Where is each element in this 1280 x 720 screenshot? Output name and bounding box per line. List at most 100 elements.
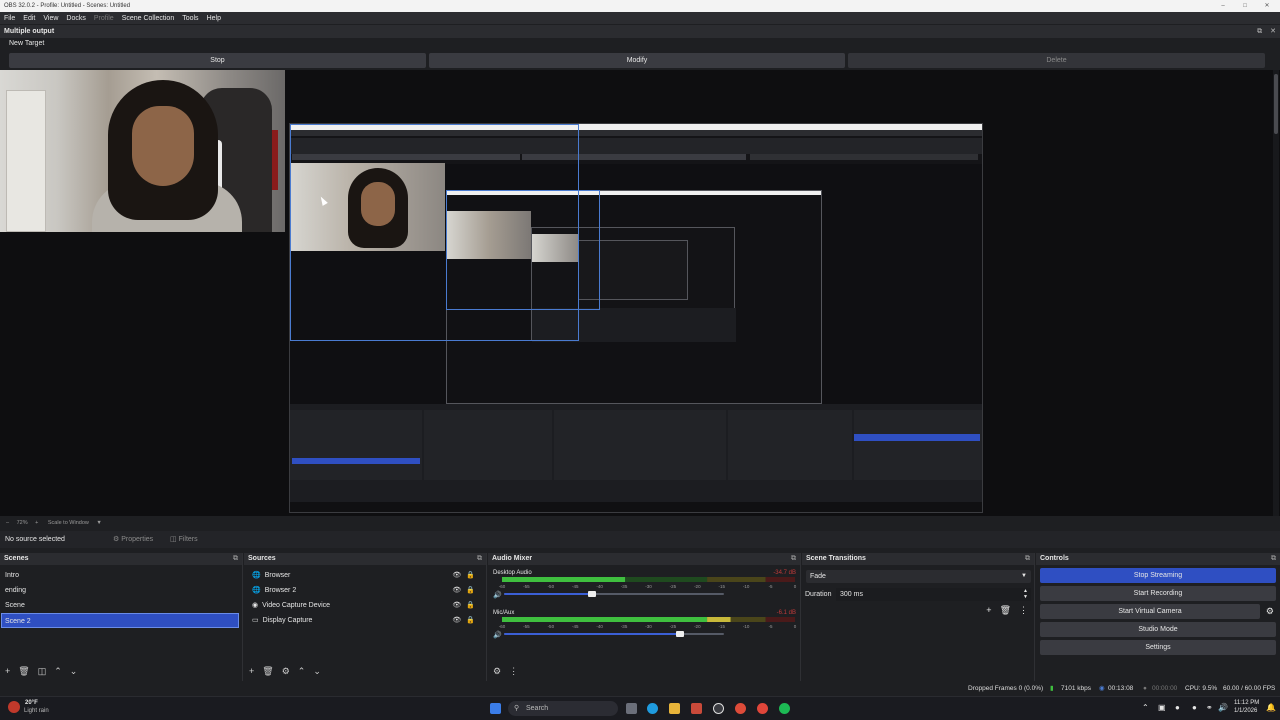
filters-label: Filters [178, 536, 198, 543]
webcam-face [132, 106, 194, 186]
properties-button[interactable]: ⚙ Properties [113, 531, 153, 548]
tray-apps-icon[interactable]: ▣ [1158, 703, 1166, 712]
fps: 60.00 / 60.00 FPS [1223, 685, 1276, 692]
menu-scene-collection[interactable]: Scene Collection [122, 15, 175, 22]
modify-output-button[interactable]: Modify [429, 53, 845, 68]
start-virtual-camera-button[interactable]: Start Virtual Camera [1040, 604, 1260, 619]
visibility-lock-icons[interactable]: 👁🔒 [452, 568, 480, 583]
maximize-icon[interactable]: □ [1234, 0, 1256, 12]
menu-tools[interactable]: Tools [182, 15, 198, 22]
clock-time[interactable]: 11:12 PM [1234, 700, 1259, 706]
popout-icon[interactable]: ⧉ [1257, 28, 1262, 35]
source-settings-icon[interactable]: ⚙ [282, 665, 290, 677]
close-icon[interactable]: ✕ [1256, 0, 1278, 12]
scrollbar-thumb[interactable] [1274, 74, 1278, 134]
scene-item-scene-2[interactable]: Scene 2 [1, 613, 239, 628]
start-recording-button[interactable]: Start Recording [1040, 586, 1276, 601]
transition-menu-icon[interactable]: ⋮ [1019, 605, 1028, 616]
dock-close-icon[interactable]: ✕ [1270, 28, 1276, 35]
dock-popout-icon[interactable]: ⧉ [1271, 553, 1276, 565]
sources-list: 🌐 Browser 👁🔒 🌐 Browser 2 👁🔒 ◉ Video Capt… [244, 565, 486, 628]
meter-scale-label: -55 [523, 624, 530, 629]
transition-select[interactable]: Fade ▼ [806, 570, 1031, 583]
move-down-icon[interactable]: ⌄ [70, 665, 78, 677]
add-source-icon[interactable]: + [249, 665, 254, 677]
chevron-down-icon[interactable]: ▼ [96, 520, 101, 526]
source-item-video-capture[interactable]: ◉ Video Capture Device 👁🔒 [244, 598, 486, 613]
add-transition-icon[interactable]: + [986, 605, 991, 616]
mute-speaker-icon[interactable]: 🔊 [493, 630, 502, 639]
preview-scrollbar[interactable] [1273, 70, 1279, 516]
duration-label: Duration [805, 591, 832, 598]
menu-view[interactable]: View [43, 15, 58, 22]
notifications-icon[interactable]: 🔔 [1266, 703, 1276, 712]
tray-bluetooth-icon[interactable]: ● [1175, 703, 1180, 712]
scene-item-scene[interactable]: Scene [0, 598, 242, 613]
source-item-browser-2[interactable]: 🌐 Browser 2 👁🔒 [244, 583, 486, 598]
stop-streaming-button[interactable]: Stop Streaming [1040, 568, 1276, 583]
menu-help[interactable]: Help [207, 15, 221, 22]
volume-fader-handle[interactable] [676, 631, 684, 637]
tray-app-icon[interactable]: ● [1192, 703, 1197, 712]
chrome-profile-icon[interactable] [757, 703, 768, 714]
audio-mixer-title: Audio Mixer [492, 555, 533, 562]
menu-profile[interactable]: Profile [94, 15, 114, 22]
scene-item-intro[interactable]: Intro [0, 568, 242, 583]
clock-date[interactable]: 1/1/2026 [1234, 708, 1257, 714]
menu-edit[interactable]: Edit [23, 15, 35, 22]
volume-icon[interactable]: 🔊 [1218, 703, 1228, 712]
tray-chevron-icon[interactable]: ⌃ [1142, 703, 1149, 712]
volume-fader-fill [504, 593, 592, 595]
source-item-display-capture[interactable]: ▭ Display Capture 👁🔒 [244, 613, 486, 628]
more-options-icon[interactable]: ⋮ [509, 665, 518, 677]
dock-popout-icon[interactable]: ⧉ [1025, 553, 1030, 565]
dock-popout-icon[interactable]: ⧉ [233, 553, 238, 565]
obs-icon[interactable] [713, 703, 724, 714]
visibility-lock-icons[interactable]: 👁🔒 [452, 583, 480, 598]
minimize-icon[interactable]: – [1212, 0, 1234, 12]
scale-mode[interactable]: Scale to Window [48, 520, 89, 526]
spotify-icon[interactable] [779, 703, 790, 714]
settings-button[interactable]: Settings [1040, 640, 1276, 655]
meter-scale-label: -30 [645, 584, 652, 589]
store-icon[interactable] [691, 703, 702, 714]
scene-filters-icon[interactable]: ◫ [38, 665, 47, 677]
studio-mode-button[interactable]: Studio Mode [1040, 622, 1276, 637]
meter-scale-label: -35 [621, 624, 628, 629]
meter-zone [765, 617, 795, 622]
file-explorer-icon[interactable] [669, 703, 680, 714]
menu-file[interactable]: File [4, 15, 15, 22]
remove-scene-icon[interactable]: 🗑 [18, 665, 29, 677]
remove-transition-icon[interactable]: 🗑 [1000, 605, 1011, 616]
source-item-browser[interactable]: 🌐 Browser 👁🔒 [244, 568, 486, 583]
move-up-icon[interactable]: ⌃ [54, 665, 62, 677]
mute-speaker-icon[interactable]: 🔊 [493, 590, 502, 599]
advanced-audio-icon[interactable]: ⚙ [493, 665, 501, 677]
edge-icon[interactable] [647, 703, 658, 714]
scene-item-ending[interactable]: ending [0, 583, 242, 598]
remove-source-icon[interactable]: 🗑 [262, 665, 273, 677]
wifi-icon[interactable]: ⚭ [1206, 703, 1213, 712]
zoom-in-icon[interactable]: + [35, 520, 38, 526]
visibility-lock-icons[interactable]: 👁🔒 [452, 598, 480, 613]
move-down-icon[interactable]: ⌄ [313, 665, 321, 677]
duration-input[interactable]: 300 ms ▲ ▼ [836, 588, 1031, 601]
task-view-icon[interactable] [626, 703, 637, 714]
volume-fader-handle[interactable] [588, 591, 596, 597]
chrome-icon[interactable] [735, 703, 746, 714]
windows-start-icon[interactable] [490, 703, 501, 714]
stop-output-button[interactable]: Stop [9, 53, 426, 68]
move-up-icon[interactable]: ⌃ [298, 665, 306, 677]
filters-button[interactable]: ◫ Filters [170, 531, 198, 548]
dock-popout-icon[interactable]: ⧉ [791, 553, 796, 565]
delete-output-button[interactable]: Delete [848, 53, 1265, 68]
zoom-out-icon[interactable]: – [6, 520, 9, 526]
stepper-icon[interactable]: ▲ ▼ [1023, 588, 1028, 600]
weather-icon[interactable] [8, 701, 20, 713]
dock-popout-icon[interactable]: ⧉ [477, 553, 482, 565]
taskbar-search[interactable]: ⚲ Search [508, 701, 618, 716]
virtual-camera-settings-icon[interactable]: ⚙ [1266, 606, 1274, 617]
add-scene-icon[interactable]: + [5, 665, 10, 677]
menu-docks[interactable]: Docks [66, 15, 85, 22]
visibility-lock-icons[interactable]: 👁🔒 [452, 613, 480, 628]
